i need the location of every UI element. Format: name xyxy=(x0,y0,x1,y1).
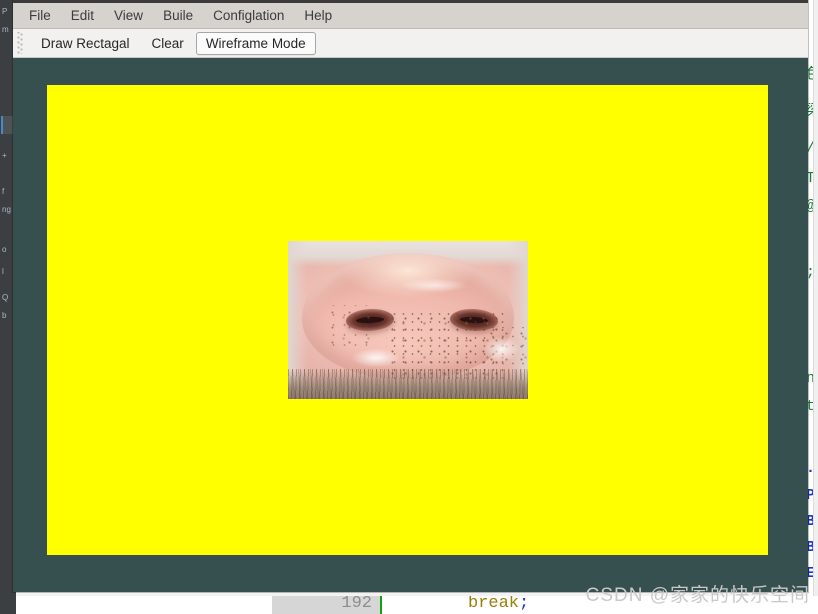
ide-code-line: break; xyxy=(468,596,529,612)
ide-code-punctuation: ; xyxy=(519,596,530,613)
photo-highlight-lower-right xyxy=(480,337,522,367)
tool-bar: Draw Rectagal Clear Wireframe Mode xyxy=(13,29,808,58)
photo-speckles-left xyxy=(324,305,370,347)
menu-item-help[interactable]: Help xyxy=(294,5,342,26)
drawing-canvas-area[interactable] xyxy=(13,58,808,592)
menu-bar: File Edit View Buile Configlation Help xyxy=(13,3,808,29)
photo-highlight-lower-left xyxy=(348,349,404,371)
ide-code-keyword: break xyxy=(468,596,520,613)
wireframe-mode-button[interactable]: Wireframe Mode xyxy=(195,31,316,55)
photo-snout-disc xyxy=(302,253,528,383)
csdn-watermark: CSDN @家家的快乐空间 xyxy=(585,585,810,606)
menu-item-view[interactable]: View xyxy=(104,5,153,26)
yellow-sheet[interactable] xyxy=(47,85,768,555)
ide-vertical-scrollbar[interactable] xyxy=(813,0,818,614)
ide-line-gutter: 192 xyxy=(272,596,382,614)
toolbar-drag-handle[interactable] xyxy=(16,32,26,54)
clear-button[interactable]: Clear xyxy=(142,32,194,55)
photo-highlight-top xyxy=(394,279,474,295)
menu-item-file[interactable]: File xyxy=(19,5,61,26)
photo-bottom-fur xyxy=(288,369,528,399)
pig-snout-photo[interactable] xyxy=(288,241,528,399)
menu-item-edit[interactable]: Edit xyxy=(61,5,104,26)
screenshot-root: P m + f ng o l Q b 色 梁 / T @ ; n t . P B… xyxy=(0,0,818,614)
menu-item-configuration[interactable]: Configlation xyxy=(203,5,294,26)
menu-item-build[interactable]: Buile xyxy=(153,5,203,26)
draw-rectangle-button[interactable]: Draw Rectagal xyxy=(31,32,140,55)
ide-line-number: 192 xyxy=(341,596,372,613)
application-window: File Edit View Buile Configlation Help D… xyxy=(13,0,808,592)
